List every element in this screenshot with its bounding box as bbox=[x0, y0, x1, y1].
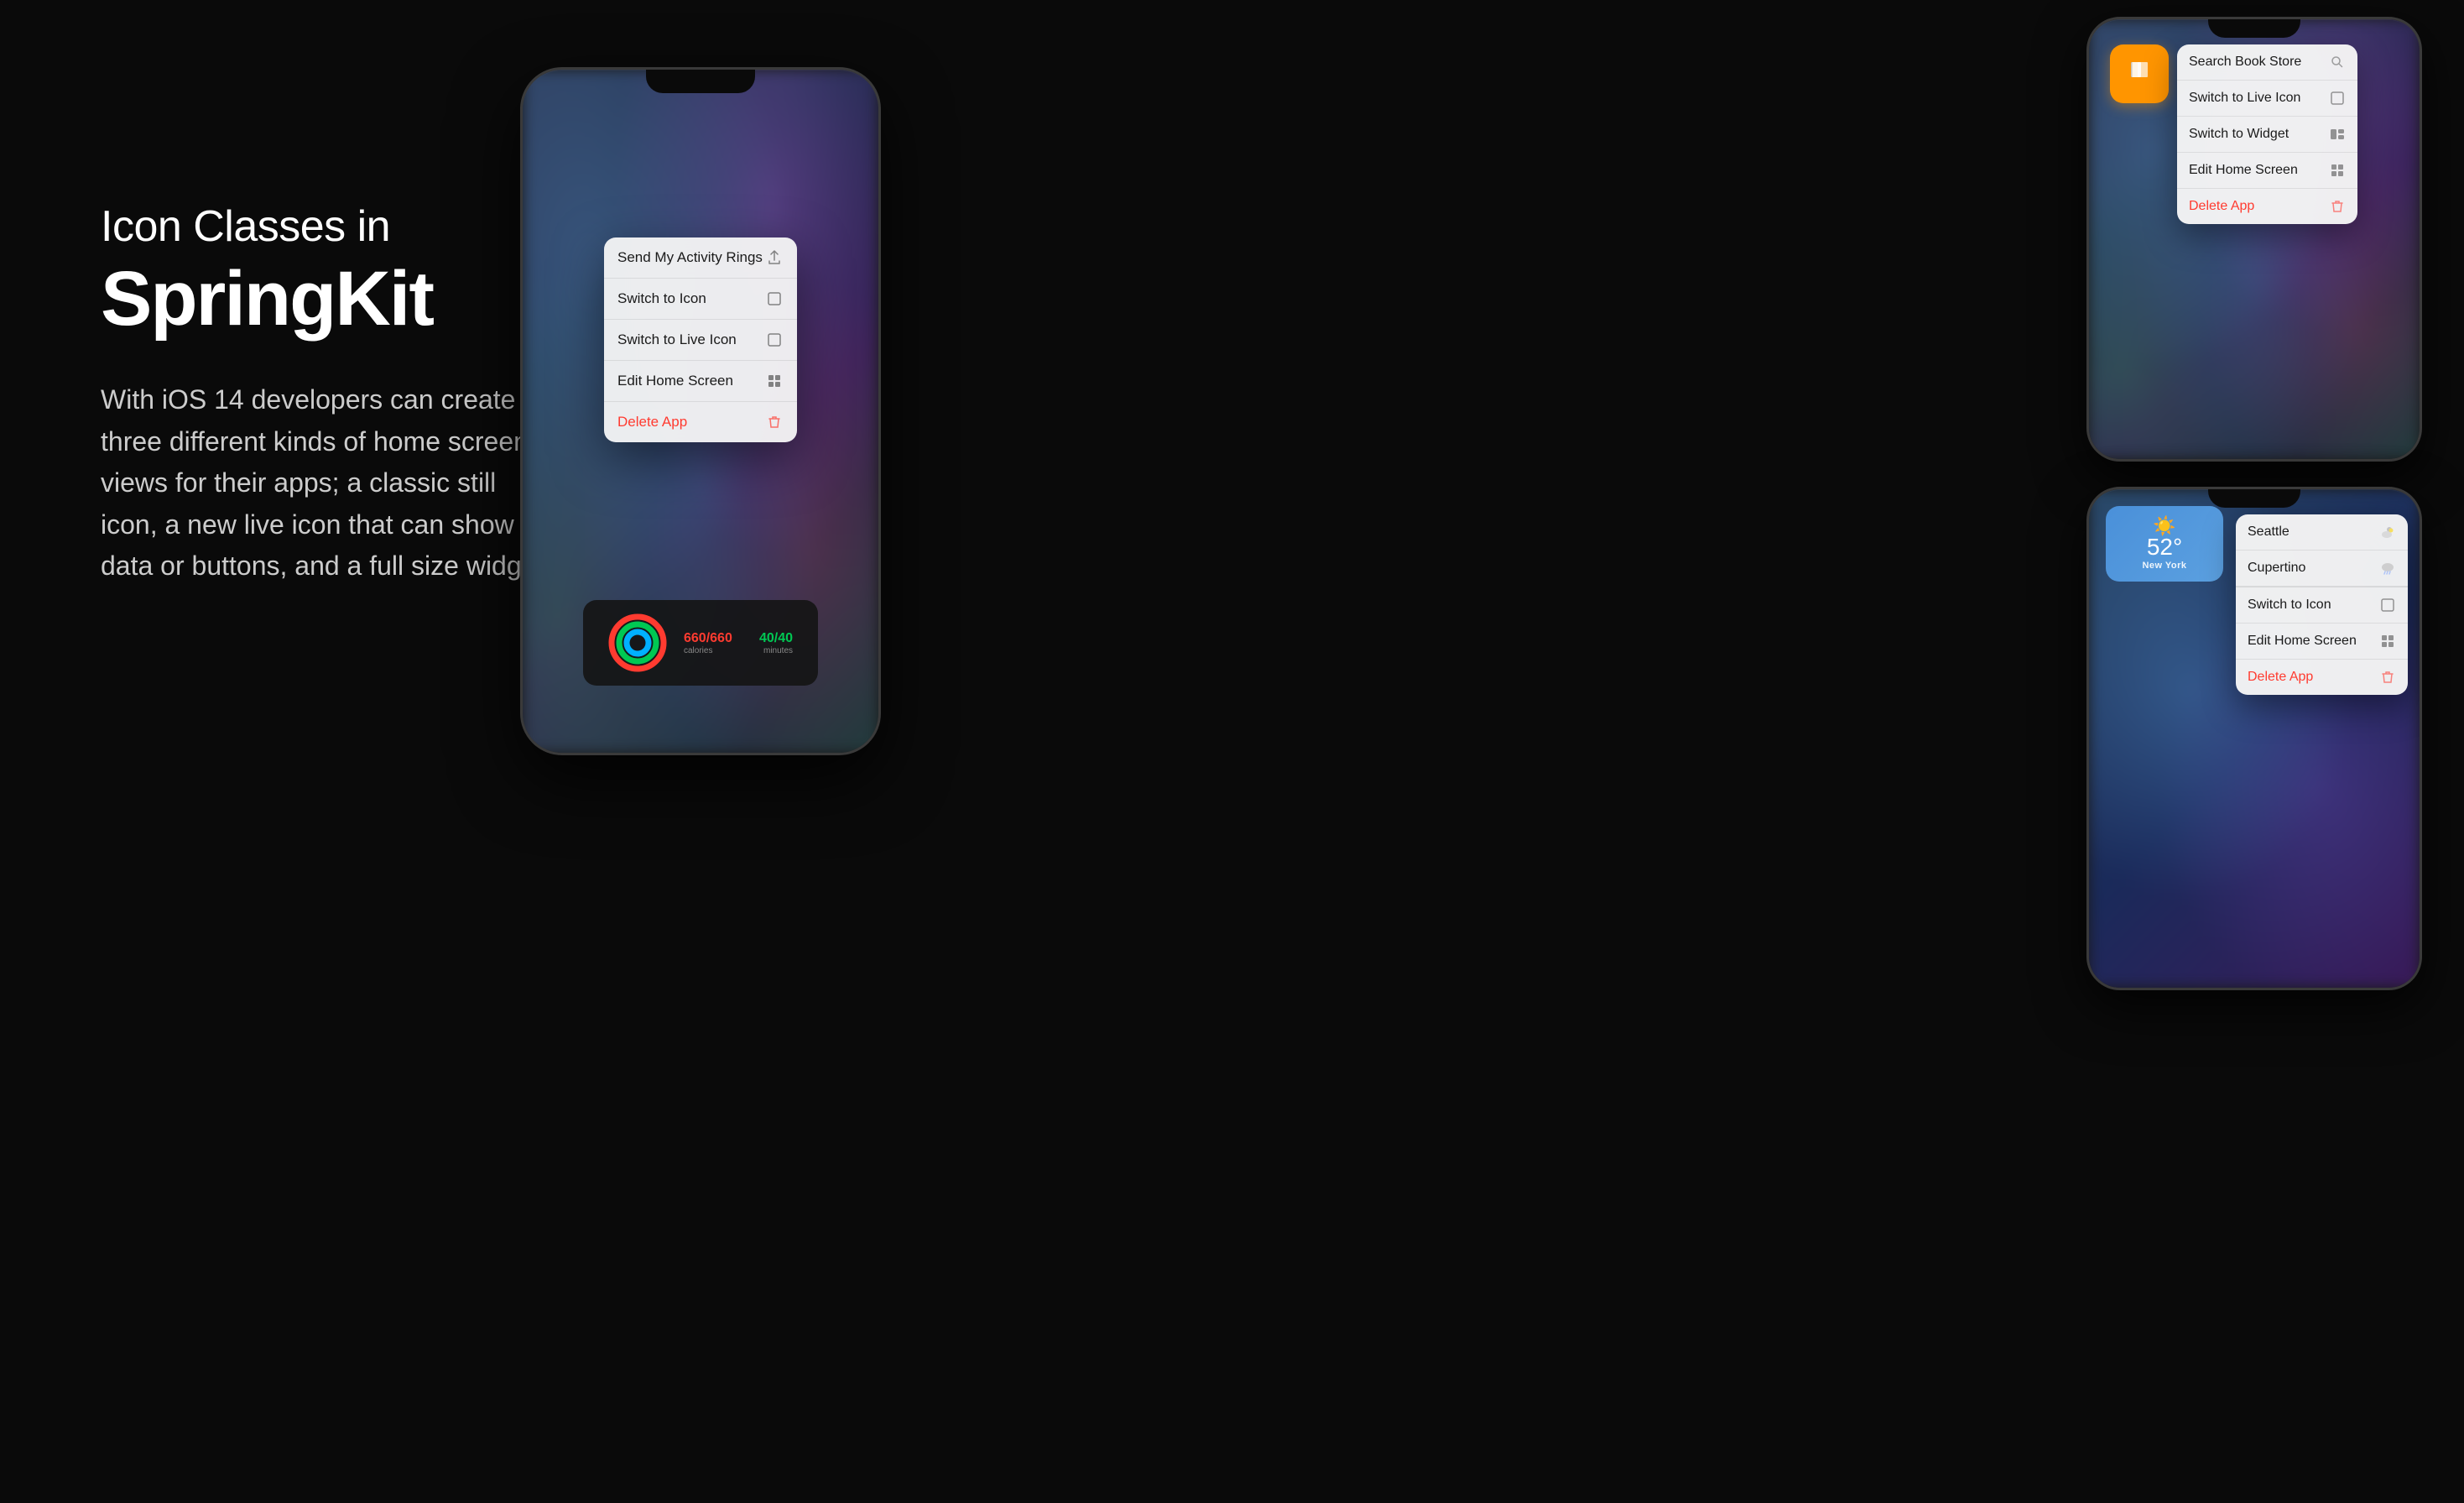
top-right-notch bbox=[2208, 19, 2300, 38]
cupertino-item[interactable]: Cupertino bbox=[2236, 551, 2408, 587]
activity-stats-right: 40/40 minutes bbox=[759, 631, 793, 655]
minutes-stat: 40/40 minutes bbox=[759, 631, 793, 655]
subtitle: Icon Classes in bbox=[101, 201, 587, 252]
notch bbox=[646, 70, 755, 93]
activity-rings bbox=[608, 613, 667, 672]
weather-context-menu: Seattle Cupertino bbox=[2236, 514, 2408, 695]
edit-home-screen-item[interactable]: Edit Home Screen bbox=[604, 361, 797, 402]
send-activity-rings-item[interactable]: Send My Activity Rings bbox=[604, 237, 797, 279]
bottom-right-notch bbox=[2208, 489, 2300, 508]
bottom-right-phone: ☀️ 52° New York Seattle Cupertino bbox=[2086, 487, 2422, 990]
description: With iOS 14 developers can create three … bbox=[101, 379, 554, 587]
books-switch-to-live-icon-item[interactable]: Switch to Live Icon bbox=[2177, 81, 2357, 117]
switch-to-icon-item[interactable]: Switch to Icon bbox=[604, 279, 797, 320]
activity-widget: 660/660 calories 40/40 minutes bbox=[583, 600, 818, 686]
text-section: Icon Classes in SpringKit With iOS 14 de… bbox=[101, 201, 587, 587]
weather-delete-app-label: Delete App bbox=[2248, 670, 2313, 685]
square-icon bbox=[765, 290, 784, 308]
top-right-phone-frame: Search Book Store Switch to Live Icon bbox=[2086, 17, 2422, 462]
books-context-menu: Search Book Store Switch to Live Icon bbox=[2177, 44, 2357, 224]
send-activity-rings-label: Send My Activity Rings bbox=[617, 249, 763, 266]
switch-to-live-icon-item[interactable]: Switch to Live Icon bbox=[604, 320, 797, 361]
title: SpringKit bbox=[101, 260, 587, 337]
cloud-rain-icon bbox=[2379, 560, 2396, 577]
weather-temperature: 52° bbox=[2147, 535, 2182, 559]
widget-icon bbox=[2329, 126, 2346, 143]
books-switch-to-live-icon-label: Switch to Live Icon bbox=[2189, 91, 2300, 106]
search-book-store-item[interactable]: Search Book Store bbox=[2177, 44, 2357, 81]
books-delete-app-label: Delete App bbox=[2189, 199, 2254, 214]
activity-context-menu: Send My Activity Rings Switch to Icon Sw… bbox=[604, 237, 797, 442]
switch-to-live-icon-label: Switch to Live Icon bbox=[617, 331, 737, 348]
weather-widget[interactable]: ☀️ 52° New York bbox=[2106, 506, 2223, 582]
seattle-label: Seattle bbox=[2248, 524, 2289, 540]
live-icon-square-icon bbox=[765, 331, 784, 349]
share-icon bbox=[765, 248, 784, 267]
center-phone: Send My Activity Rings Switch to Icon Sw… bbox=[520, 67, 881, 755]
delete-app-item[interactable]: Delete App bbox=[604, 402, 797, 442]
search-icon bbox=[2329, 54, 2346, 70]
switch-to-icon-label: Switch to Icon bbox=[617, 290, 706, 307]
edit-home-screen-label: Edit Home Screen bbox=[617, 373, 733, 389]
calories-value: 660/660 bbox=[684, 631, 732, 646]
weather-switch-to-icon-label: Switch to Icon bbox=[2248, 598, 2331, 613]
books-delete-app-item[interactable]: Delete App bbox=[2177, 189, 2357, 224]
weather-square-icon bbox=[2379, 597, 2396, 613]
minutes-label: minutes bbox=[759, 646, 793, 655]
trash-icon bbox=[765, 413, 784, 431]
activity-stats: 660/660 calories bbox=[684, 631, 732, 655]
books-live-icon-square-icon bbox=[2329, 90, 2346, 107]
books-trash-icon bbox=[2329, 198, 2346, 215]
books-app-icon-container bbox=[2110, 44, 2169, 103]
weather-sun-icon: ☀️ bbox=[2153, 517, 2175, 535]
weather-trash-icon bbox=[2379, 669, 2396, 686]
switch-to-widget-label: Switch to Widget bbox=[2189, 127, 2289, 142]
weather-delete-app-item[interactable]: Delete App bbox=[2236, 660, 2408, 695]
delete-app-label: Delete App bbox=[617, 414, 687, 431]
cloud-sun-icon bbox=[2379, 524, 2396, 540]
books-app-icon[interactable] bbox=[2110, 44, 2169, 103]
calories-label: calories bbox=[684, 646, 732, 655]
seattle-item[interactable]: Seattle bbox=[2236, 514, 2408, 551]
search-book-store-label: Search Book Store bbox=[2189, 55, 2301, 70]
weather-grid-icon bbox=[2379, 633, 2396, 650]
calories-stat: 660/660 calories bbox=[684, 631, 732, 655]
weather-edit-home-screen-item[interactable]: Edit Home Screen bbox=[2236, 624, 2408, 660]
cupertino-label: Cupertino bbox=[2248, 561, 2305, 576]
weather-city: New York bbox=[2142, 561, 2186, 571]
top-right-phone: Search Book Store Switch to Live Icon bbox=[2086, 17, 2422, 462]
books-edit-home-screen-label: Edit Home Screen bbox=[2189, 163, 2298, 178]
books-grid-icon bbox=[2329, 162, 2346, 179]
books-edit-home-screen-item[interactable]: Edit Home Screen bbox=[2177, 153, 2357, 189]
minutes-value: 40/40 bbox=[759, 631, 793, 646]
weather-switch-to-icon-item[interactable]: Switch to Icon bbox=[2236, 587, 2408, 624]
weather-edit-home-screen-label: Edit Home Screen bbox=[2248, 634, 2357, 649]
center-phone-frame: Send My Activity Rings Switch to Icon Sw… bbox=[520, 67, 881, 755]
grid-icon bbox=[765, 372, 784, 390]
bottom-right-phone-frame: ☀️ 52° New York Seattle Cupertino bbox=[2086, 487, 2422, 990]
switch-to-widget-item[interactable]: Switch to Widget bbox=[2177, 117, 2357, 153]
